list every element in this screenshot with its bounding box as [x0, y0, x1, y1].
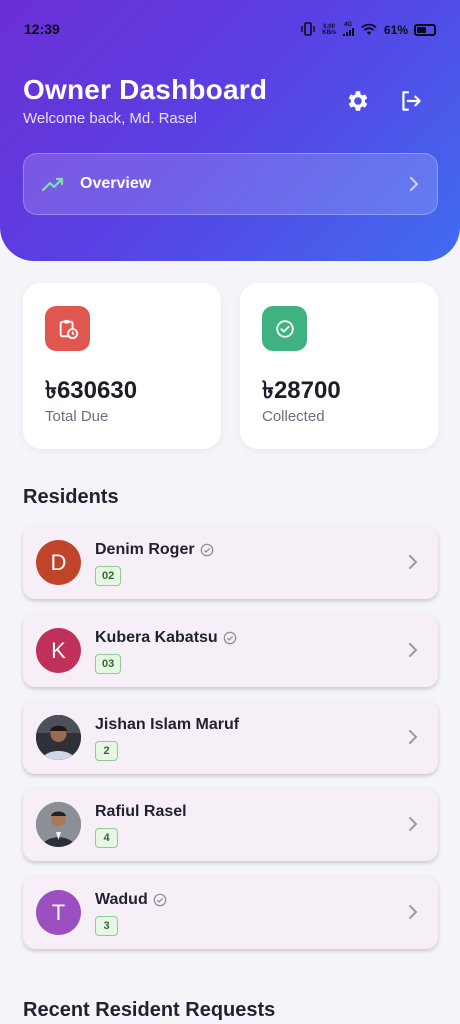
resident-row[interactable]: T Wadud 3 [23, 876, 438, 949]
profile-photo [36, 715, 81, 760]
total-due-value: ৳630630 [45, 377, 138, 404]
status-bar: 12:39 0.00 KB/s 4G 61% [0, 0, 460, 60]
overview-button[interactable]: Overview [23, 153, 438, 215]
status-time: 12:39 [24, 21, 60, 37]
resident-name: Jishan Islam Maruf [95, 716, 240, 733]
clipboard-clock-icon [59, 319, 78, 339]
resident-name: Wadud [95, 891, 167, 909]
resident-name: Rafiul Rasel [95, 803, 187, 820]
trending-up-icon [42, 177, 64, 192]
header-banner: 12:39 0.00 KB/s 4G 61% Owner Dashboard W… [0, 0, 460, 261]
chevron-right-icon [409, 555, 418, 569]
verified-icon [223, 631, 237, 645]
collected-value: ৳28700 [262, 377, 341, 404]
resident-row[interactable]: Jishan Islam Maruf 2 [23, 701, 438, 774]
resident-row[interactable]: K Kubera Kabatsu 03 [23, 614, 438, 687]
net-speed-unit: KB/s [322, 30, 336, 36]
page-title: Owner Dashboard [23, 74, 268, 105]
logout-icon [402, 91, 421, 111]
total-due-label: Total Due [45, 408, 109, 425]
avatar [36, 802, 81, 847]
unit-badge: 4 [95, 828, 118, 848]
avatar [36, 715, 81, 760]
welcome-subtitle: Welcome back, Md. Rasel [23, 110, 197, 127]
stat-icon-due [45, 306, 90, 351]
collected-label: Collected [262, 408, 325, 425]
verified-icon [200, 543, 213, 557]
unit-badge: 3 [95, 916, 118, 936]
avatar: K [36, 628, 81, 673]
chevron-right-icon [409, 905, 418, 919]
total-due-card[interactable]: ৳630630 Total Due [23, 283, 221, 449]
signal-icon [342, 28, 354, 36]
avatar: T [36, 890, 81, 935]
overview-label: Overview [80, 175, 152, 192]
profile-photo [36, 802, 81, 847]
chevron-right-icon [410, 177, 419, 191]
unit-badge: 02 [95, 566, 122, 586]
stat-icon-collected [262, 306, 307, 351]
requests-heading: Recent Resident Requests [23, 999, 276, 1021]
wifi-icon [360, 22, 378, 39]
resident-name-text: Kubera Kabatsu [95, 629, 218, 646]
net-speed: 0.00 KB/s [322, 24, 336, 36]
logout-button[interactable] [396, 86, 426, 116]
resident-name: Kubera Kabatsu [95, 629, 237, 647]
collected-card[interactable]: ৳28700 Collected [240, 283, 438, 449]
check-circle-icon [275, 319, 294, 338]
verified-icon [153, 893, 167, 907]
unit-badge: 2 [95, 741, 118, 761]
resident-name: Denim Roger [95, 541, 214, 559]
residents-heading: Residents [23, 486, 119, 508]
gear-icon [348, 91, 368, 111]
status-icons: 0.00 KB/s 4G 61% [300, 21, 436, 39]
resident-row[interactable]: Rafiul Rasel 4 [23, 788, 438, 861]
chevron-right-icon [409, 817, 418, 831]
vibrate-icon [300, 21, 316, 39]
battery-icon [414, 24, 436, 36]
chevron-right-icon [409, 730, 418, 744]
network-type: 4G [342, 22, 354, 38]
avatar: D [36, 540, 81, 585]
resident-row[interactable]: D Denim Roger 02 [23, 526, 438, 599]
chevron-right-icon [409, 643, 418, 657]
settings-button[interactable] [342, 86, 372, 116]
resident-name-text: Denim Roger [95, 541, 195, 558]
resident-name-text: Wadud [95, 891, 148, 908]
unit-badge: 03 [95, 654, 122, 674]
battery-percent: 61% [383, 23, 408, 37]
